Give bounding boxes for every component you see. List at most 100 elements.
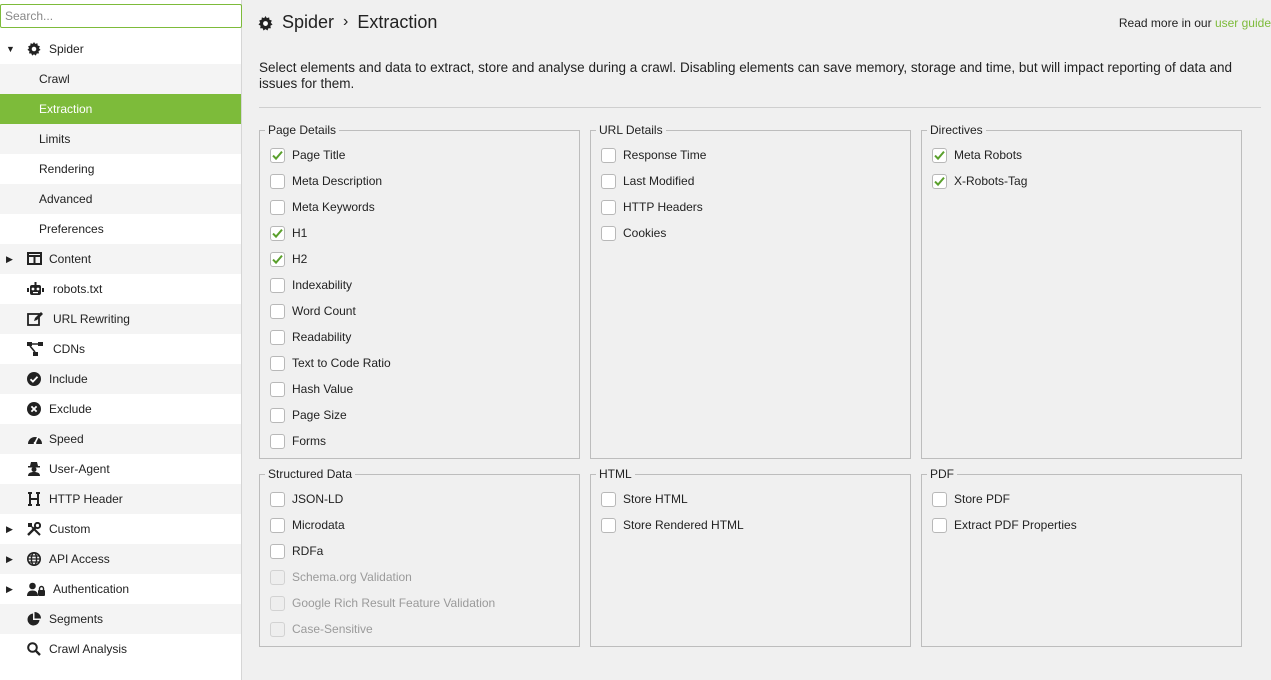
checkbox[interactable] [601,225,616,241]
chevron-down-icon[interactable]: ▼ [6,34,15,64]
sidebar-item-segments[interactable]: Segments [0,604,241,634]
sidebar-item-advanced[interactable]: Advanced [0,184,241,214]
sidebar-item-cdns[interactable]: CDNs [0,334,241,364]
sidebar-item-rendering[interactable]: Rendering [0,154,241,184]
option-meta-robots[interactable]: Meta Robots [932,146,1022,164]
option-microdata[interactable]: Microdata [270,516,345,534]
option-x-robots-tag[interactable]: X-Robots-Tag [932,172,1027,190]
option-label: Page Size [292,408,347,422]
option-h2[interactable]: H2 [270,250,307,268]
pie-chart-icon [27,612,42,626]
user-guide-link[interactable]: user guide [1215,16,1271,30]
sidebar-item-label: API Access [49,552,110,566]
option-text-to-code-ratio[interactable]: Text to Code Ratio [270,354,391,372]
option-meta-description[interactable]: Meta Description [270,172,382,190]
option-label: Extract PDF Properties [954,518,1077,532]
magnifier-icon [27,642,42,656]
sidebar-item-extraction[interactable]: Extraction [0,94,241,124]
gauge-icon [27,432,42,446]
sidebar: ▼ Spider Crawl Extraction Limits Renderi… [0,0,242,680]
sidebar-item-preferences[interactable]: Preferences [0,214,241,244]
checkbox[interactable] [601,173,616,189]
checkbox[interactable] [270,543,285,559]
sidebar-item-label: URL Rewriting [53,312,130,326]
sidebar-item-crawl[interactable]: Crawl [0,64,241,94]
option-label: HTTP Headers [623,200,703,214]
sidebar-item-include[interactable]: Include [0,364,241,394]
chevron-right-icon[interactable]: ▶ [6,544,14,574]
option-indexability[interactable]: Indexability [270,276,352,294]
sidebar-item-spider[interactable]: ▼ Spider [0,34,241,64]
page-title: Spider › Extraction [258,10,437,34]
checkbox[interactable] [270,303,285,319]
sidebar-item-http-header[interactable]: HTTP Header [0,484,241,514]
sidebar-item-label: Custom [49,522,91,536]
sidebar-item-limits[interactable]: Limits [0,124,241,154]
checkbox[interactable] [932,173,947,189]
checkbox[interactable] [270,277,285,293]
checkbox[interactable] [270,251,285,267]
search-input[interactable] [0,4,242,28]
sidebar-item-content[interactable]: ▶ Content [0,244,241,274]
checkbox[interactable] [270,491,285,507]
option-meta-keywords[interactable]: Meta Keywords [270,198,375,216]
sidebar-item-custom[interactable]: ▶ Custom [0,514,241,544]
chevron-right-icon[interactable]: ▶ [6,514,14,544]
option-store-html[interactable]: Store HTML [601,490,688,508]
sidebar-item-crawl-analysis[interactable]: Crawl Analysis [0,634,241,664]
sidebar-item-api-access[interactable]: ▶ API Access [0,544,241,574]
group-structured-data: Structured Data JSON-LD Microdata RDFa Sche… [259,467,580,647]
option-forms[interactable]: Forms [270,432,326,450]
option-json-ld[interactable]: JSON-LD [270,490,343,508]
checkbox[interactable] [270,355,285,371]
sidebar-item-user-agent[interactable]: User-Agent [0,454,241,484]
sidebar-item-robots-txt[interactable]: robots.txt [0,274,241,304]
sidebar-item-label: Include [49,372,88,386]
checkbox[interactable] [601,199,616,215]
user-guide-note: Read more in our user guide [1119,16,1271,30]
option-last-modified[interactable]: Last Modified [601,172,694,190]
sidebar-item-label: Content [49,252,92,266]
checkbox[interactable] [601,147,616,163]
option-label: H2 [292,252,308,266]
checkbox[interactable] [270,329,285,345]
checkbox[interactable] [932,147,947,163]
checkbox[interactable] [270,147,285,163]
option-label: Store Rendered HTML [623,518,744,532]
option-readability[interactable]: Readability [270,328,351,346]
option-word-count[interactable]: Word Count [270,302,356,320]
user-guide-prefix: Read more in our [1118,16,1212,30]
sidebar-item-label: Spider [49,42,84,56]
checkbox[interactable] [601,491,616,507]
checkbox[interactable] [601,517,616,533]
sidebar-item-exclude[interactable]: Exclude [0,394,241,424]
group-html: HTML Store HTML Store Rendered HTML [590,467,911,647]
chevron-right-icon[interactable]: ▶ [6,574,14,604]
checkbox[interactable] [932,517,947,533]
checkbox[interactable] [270,433,285,449]
checkbox[interactable] [932,491,947,507]
sidebar-item-label: Segments [49,612,104,626]
option-rdfa[interactable]: RDFa [270,542,323,560]
checkbox[interactable] [270,225,285,241]
checkbox[interactable] [270,173,285,189]
checkbox[interactable] [270,407,285,423]
option-store-rendered-html[interactable]: Store Rendered HTML [601,516,744,534]
chevron-right-icon[interactable]: ▶ [6,244,14,274]
checkbox[interactable] [270,199,285,215]
option-h1[interactable]: H1 [270,224,307,242]
option-http-headers[interactable]: HTTP Headers [601,198,703,216]
sidebar-item-url-rewriting[interactable]: URL Rewriting [0,304,241,334]
option-page-size[interactable]: Page Size [270,406,347,424]
option-hash-value[interactable]: Hash Value [270,380,353,398]
checkbox[interactable] [270,517,285,533]
checkbox[interactable] [270,381,285,397]
breadcrumb-page: Extraction [357,11,438,32]
option-page-title[interactable]: Page Title [270,146,345,164]
option-extract-pdf-properties[interactable]: Extract PDF Properties [932,516,1077,534]
sidebar-item-speed[interactable]: Speed [0,424,241,454]
option-cookies[interactable]: Cookies [601,224,666,242]
option-store-pdf[interactable]: Store PDF [932,490,1010,508]
option-response-time[interactable]: Response Time [601,146,706,164]
sidebar-item-authentication[interactable]: ▶ Authentication [0,574,241,604]
